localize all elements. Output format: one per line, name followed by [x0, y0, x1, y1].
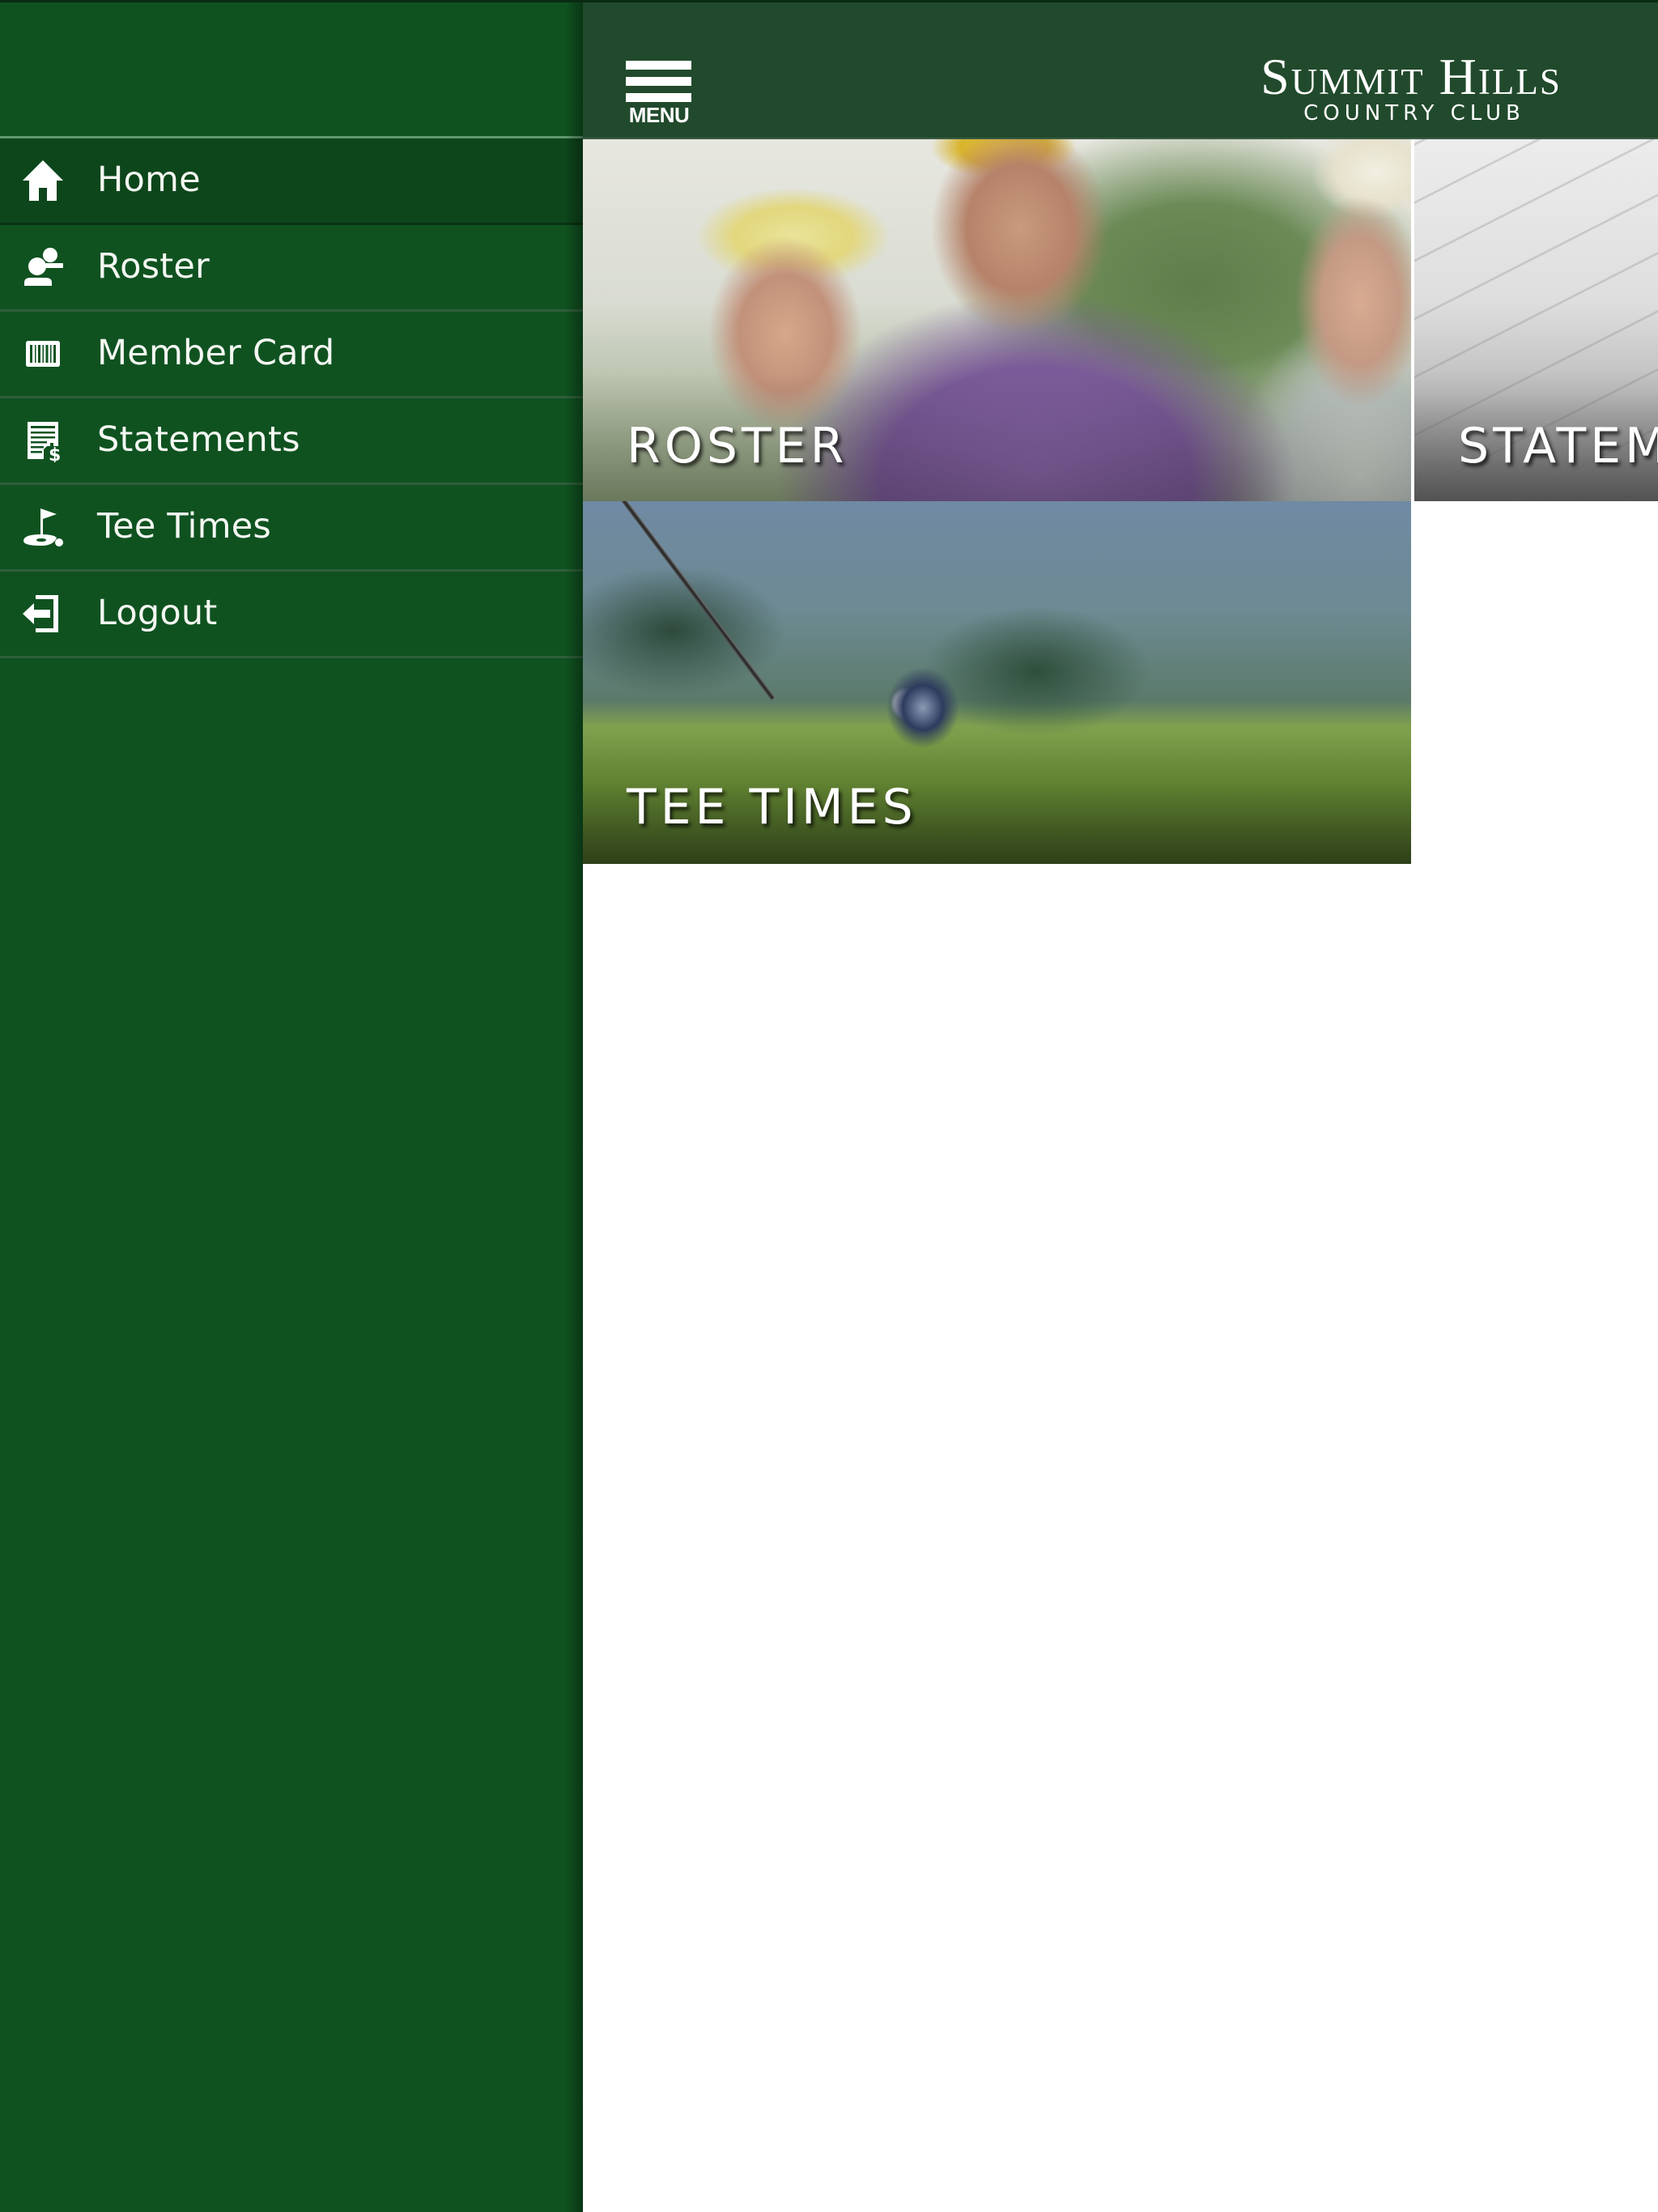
sidebar-item-label: Member Card — [97, 333, 335, 373]
tile-statements[interactable]: STATEMENTS — [1414, 139, 1658, 501]
hamburger-icon — [626, 61, 691, 70]
home-icon — [21, 159, 65, 202]
sidebar-item-label: Roster — [97, 246, 210, 287]
sidebar-header-spacer — [0, 2, 583, 138]
tile-label: ROSTER — [627, 418, 848, 474]
roster-icon — [21, 245, 65, 289]
sidebar-item-label: Statements — [97, 419, 300, 460]
sidebar-item-statements[interactable]: $ Statements — [0, 398, 583, 485]
nav-list: Home Roster Member Card $ Statements Tee… — [0, 138, 583, 658]
sidebar-item-label: Home — [97, 160, 201, 200]
golf-flag-icon — [21, 505, 65, 549]
club-logo: Summit Hills COUNTRY CLUB — [1231, 48, 1592, 126]
svg-text:$: $ — [49, 445, 61, 462]
hamburger-icon — [626, 77, 691, 86]
menu-label: MENU — [628, 103, 690, 127]
sidebar-item-member-card[interactable]: Member Card — [0, 312, 583, 398]
statement-dollar-icon: $ — [21, 419, 65, 462]
menu-button[interactable]: MENU — [626, 61, 692, 129]
tile-label: TEE TIMES — [627, 779, 917, 836]
tile-label: STATEMENTS — [1458, 418, 1658, 474]
logout-arrow-icon — [21, 592, 65, 636]
sidebar-menu: Home Roster Member Card $ Statements Tee… — [0, 0, 583, 2212]
tile-tee-times[interactable]: TEE TIMES — [583, 501, 1411, 864]
app-header: MENU Summit Hills COUNTRY CLUB — [583, 0, 1658, 139]
sidebar-item-label: Logout — [97, 593, 218, 633]
logo-title: Summit Hills — [1261, 48, 1562, 105]
hamburger-icon — [626, 93, 691, 102]
sidebar-item-home[interactable]: Home — [0, 138, 583, 225]
sidebar-item-label: Tee Times — [97, 506, 271, 547]
barcode-card-icon — [21, 332, 65, 376]
tile-roster[interactable]: ROSTER — [583, 139, 1411, 501]
sidebar-item-roster[interactable]: Roster — [0, 225, 583, 312]
home-tiles: ROSTER STATEMENTS TEE TIMES — [583, 139, 1658, 2212]
sidebar-item-tee-times[interactable]: Tee Times — [0, 485, 583, 572]
sidebar-item-logout[interactable]: Logout — [0, 572, 583, 658]
